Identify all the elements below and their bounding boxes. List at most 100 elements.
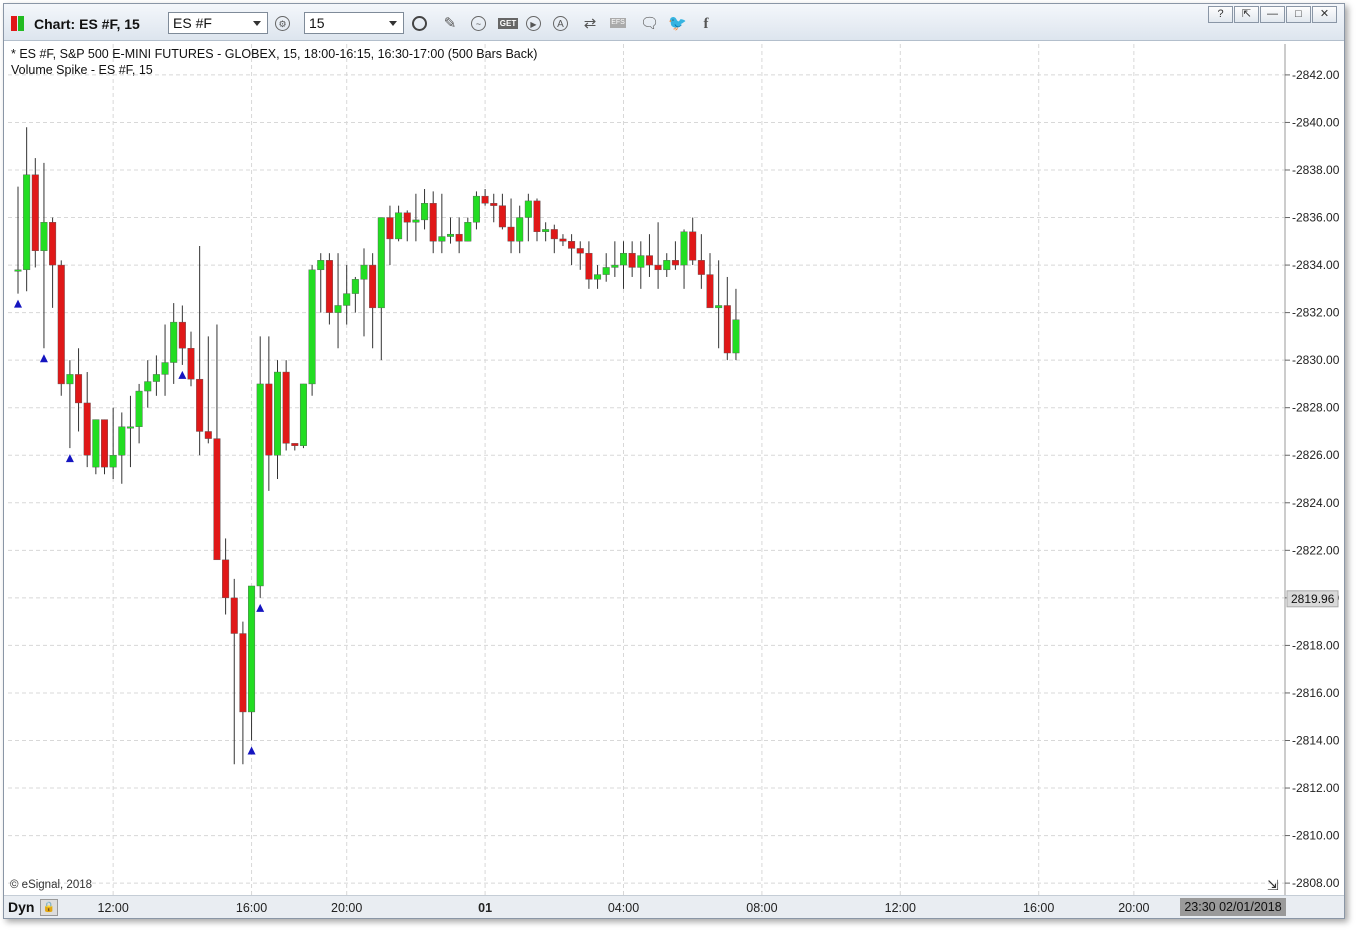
x-tick-label: 16:00	[236, 901, 267, 915]
candle-body	[516, 217, 524, 242]
y-tick-label: -2838.00	[1292, 163, 1340, 177]
symbol-dropdown[interactable]: ES #F	[168, 12, 268, 34]
alert-icon[interactable]: A	[553, 16, 568, 31]
candle-body	[723, 305, 731, 354]
candle-body	[403, 212, 411, 223]
candle-body	[533, 200, 541, 232]
y-tick-label: -2828.00	[1292, 401, 1340, 415]
candle-body	[83, 402, 91, 456]
candle-body	[265, 383, 273, 456]
candle-body	[343, 293, 351, 306]
candle-body	[498, 205, 506, 228]
candle-body	[49, 222, 57, 266]
candle-body	[620, 252, 628, 266]
indicator-icon[interactable]: ~	[471, 16, 486, 31]
candle-body	[697, 260, 705, 275]
candle-body	[490, 203, 498, 206]
close-button[interactable]: ✕	[1312, 6, 1337, 23]
x-tick-label: 16:00	[1023, 901, 1054, 915]
candle-body	[222, 559, 230, 599]
x-tick-label: 20:00	[1118, 901, 1149, 915]
x-tick-label: 01	[478, 901, 492, 915]
window-title: Chart: ES #F, 15	[34, 16, 140, 32]
candle-body	[542, 229, 550, 232]
candle-body	[412, 219, 420, 223]
candle-body	[14, 269, 22, 272]
facebook-icon[interactable]: f	[697, 15, 715, 33]
legend-line-1: * ES #F, S&P 500 E-MINI FUTURES - GLOBEX…	[11, 47, 537, 61]
sync-icon[interactable]: ⇄	[581, 15, 599, 33]
candle-body	[611, 264, 619, 268]
chevron-down-icon	[253, 21, 261, 26]
candle-body	[325, 260, 333, 313]
candle-body	[317, 260, 325, 271]
candle-body	[248, 585, 256, 713]
y-tick-label: -2808.00	[1292, 876, 1340, 890]
y-tick-label: -2826.00	[1292, 448, 1340, 462]
candle-body	[568, 241, 576, 249]
scroll-right-icon[interactable]: ⇲	[1267, 878, 1279, 894]
volume-spike-marker	[178, 370, 187, 379]
candle-body	[187, 348, 195, 380]
settings-gear-icon[interactable]: ⚙	[275, 16, 290, 31]
candle-body	[256, 383, 264, 587]
x-tick-label: 08:00	[746, 901, 777, 915]
draw-pencil-icon[interactable]: ✎	[441, 15, 459, 33]
chart-window: Chart: ES #F, 15 ES #F ⚙ 15 ✎ ~ GET ▶ A …	[3, 3, 1345, 919]
candle-body	[100, 419, 108, 468]
twitter-icon[interactable]: 🐦	[668, 15, 687, 33]
chevron-down-icon	[389, 21, 397, 26]
candle-body	[680, 231, 688, 266]
efs-icon[interactable]: EFS	[610, 18, 626, 28]
candle-body	[75, 374, 83, 404]
legend-line-2: Volume Spike - ES #F, 15	[11, 63, 153, 77]
candle-body	[299, 383, 307, 446]
restore-button[interactable]: ⇱	[1234, 6, 1259, 23]
candle-body	[196, 378, 204, 432]
time-axis-bar[interactable]: Dyn 🔒 12:00 16:00 20:00 01 04:00 08:00 12:00 16…	[4, 895, 1344, 918]
candle-body	[178, 321, 186, 349]
candle-body	[109, 455, 117, 468]
y-tick-label: -2834.00	[1292, 258, 1340, 272]
candle-body	[438, 236, 446, 242]
y-tick-label: -2830.00	[1292, 353, 1340, 367]
interval-clock-icon[interactable]	[412, 16, 427, 31]
grid	[8, 44, 1285, 895]
price-chart[interactable]: -2808.00 -2810.00 -2812.00 -2814.00 -2816.00…	[8, 44, 1340, 895]
candle-body	[429, 203, 437, 242]
candle-body	[118, 426, 126, 456]
copyright-text: © eSignal, 2018	[10, 879, 92, 891]
maximize-button[interactable]: □	[1286, 6, 1311, 23]
candle-body	[386, 217, 394, 240]
candle-body	[239, 633, 247, 713]
comment-icon[interactable]: 🗨	[640, 15, 659, 33]
title-bar: Chart: ES #F, 15 ES #F ⚙ 15 ✎ ~ GET ▶ A …	[4, 4, 1344, 41]
candle-body	[57, 264, 65, 385]
y-tick-label: -2814.00	[1292, 733, 1340, 747]
chart-icon	[11, 16, 25, 31]
volume-spike-marker	[256, 603, 265, 612]
candle-body	[671, 260, 679, 266]
candle-body	[144, 381, 152, 392]
candle-body	[628, 252, 636, 268]
candle-body	[507, 226, 515, 242]
replay-icon[interactable]: ▶	[526, 16, 541, 31]
interval-dropdown[interactable]: 15	[304, 12, 404, 34]
minimize-button[interactable]: —	[1260, 6, 1285, 23]
candle-body	[395, 212, 403, 240]
candle-body	[481, 195, 489, 204]
candle-body	[170, 321, 178, 363]
get-icon[interactable]: GET	[498, 18, 518, 29]
volume-spike-markers	[14, 299, 265, 755]
candle-body	[23, 174, 31, 271]
help-button[interactable]: ?	[1208, 6, 1233, 23]
interval-value: 15	[309, 15, 325, 31]
y-tick-label: -2810.00	[1292, 829, 1340, 843]
candle-body	[40, 222, 48, 252]
candle-body	[274, 371, 282, 456]
x-tick-label: 04:00	[608, 901, 639, 915]
candle-body	[576, 248, 584, 254]
candle-body	[464, 222, 472, 242]
candle-body	[715, 305, 723, 309]
candle-body	[360, 264, 368, 280]
